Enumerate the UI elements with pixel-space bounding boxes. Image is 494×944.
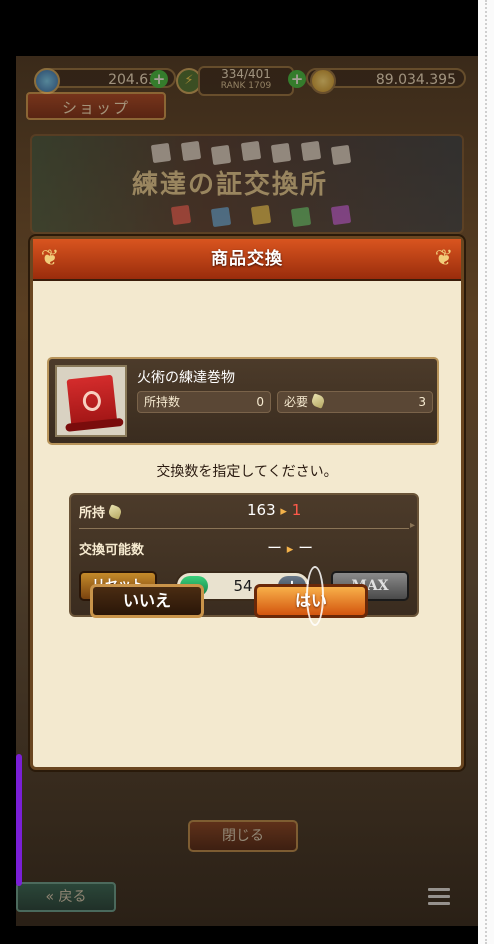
owned-count-label: 所持数: [144, 395, 181, 409]
quantity-prompt: 交換数を指定してください。: [156, 464, 338, 480]
gem-icon: [34, 68, 60, 94]
holdings-current: 163: [247, 501, 276, 519]
scroll-indicator: [16, 754, 22, 886]
no-button[interactable]: いいえ: [90, 584, 204, 618]
add-gems-icon[interactable]: +: [150, 70, 168, 88]
exchange-shop-banner: 練達の証交換所: [30, 134, 464, 234]
item-name: 火術の練達巻物: [137, 370, 235, 386]
required-count-label: 必要: [284, 395, 309, 409]
exchangeable-label: 交換可能数: [79, 543, 145, 558]
divider: [79, 520, 415, 531]
coin-icon: [310, 68, 336, 94]
item-thumbnail: [55, 365, 127, 437]
add-stamina-icon[interactable]: +: [288, 70, 306, 88]
exchangeable-current: ー: [267, 539, 283, 557]
required-count-chip: 必要 3: [277, 391, 433, 413]
arrow-right-icon: ▸: [286, 542, 294, 557]
owned-count-chip: 所持数 0: [137, 391, 271, 413]
stamina-rank-box: 334/401 RANK 1709: [198, 66, 294, 96]
back-arrow-icon: «: [45, 889, 59, 905]
trowel-icon: [310, 393, 326, 409]
fire-scroll-icon: [66, 374, 118, 430]
stamina-value: 334/401: [221, 67, 271, 81]
system-edge-strip: [478, 0, 494, 944]
close-button[interactable]: 閉じる: [188, 820, 298, 852]
holdings-after: 1: [291, 501, 302, 519]
hamburger-menu-icon[interactable]: [428, 888, 450, 906]
game-screen: 204.639 + ⚡ 334/401 RANK 1709 + 89.034.3…: [16, 56, 478, 926]
back-button[interactable]: « 戻る: [16, 882, 116, 912]
item-card: 火術の練達巻物 所持数 0 必要 3: [47, 357, 439, 445]
trowel-icon: [107, 504, 123, 520]
exchange-dialog: ❦ ❦ 商品交換 火術の練達巻物 所持数 0 必要 3 交換数を指定してください…: [30, 236, 464, 770]
owned-count-value: 0: [256, 395, 264, 409]
holdings-label: 所持: [79, 502, 123, 521]
dialog-title: 商品交換: [211, 249, 283, 269]
required-count-value: 3: [418, 395, 426, 409]
sparkle-effect: [306, 566, 324, 626]
rank-value: RANK 1709: [220, 81, 272, 91]
banner-title: 練達の証交換所: [132, 170, 329, 200]
arrow-right-icon: ▸: [280, 504, 287, 519]
holdings-value: 163 ▸ 1: [247, 501, 301, 519]
shop-tab[interactable]: ショップ: [26, 92, 166, 120]
exchangeable-after: ー: [298, 539, 314, 557]
exchangeable-value: ー ▸ ー: [267, 537, 313, 558]
